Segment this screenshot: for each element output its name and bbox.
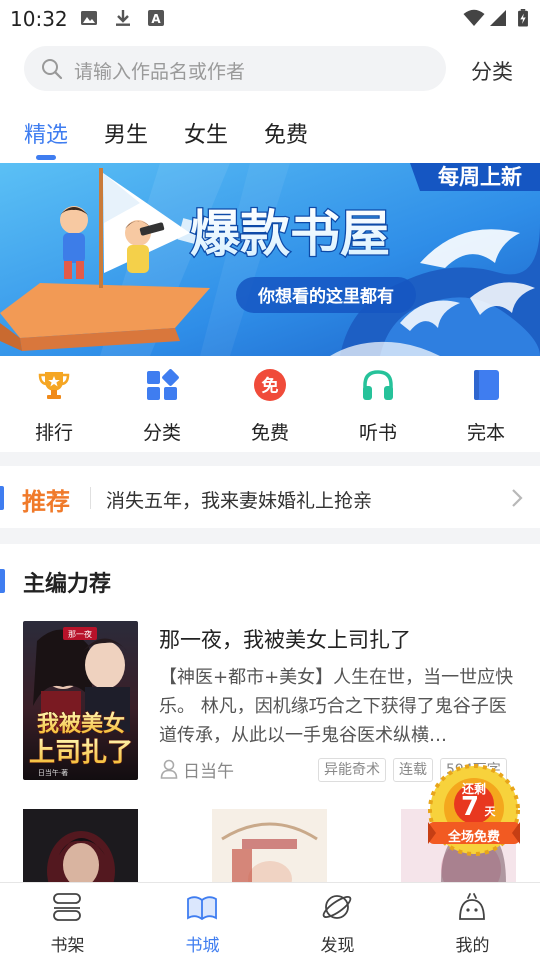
chevron-right-icon [512,489,523,507]
free-button[interactable]: 免 免费 [216,368,324,448]
nav-bookshelf[interactable]: 书架 [0,883,135,960]
badge-number: 7 [460,792,480,822]
battery-icon [518,9,528,27]
recommend-title: 消失五年，我来妻妹婚礼上抢亲 [106,490,373,512]
search-input[interactable]: 请输入作品名或作者 [24,46,446,91]
promo-banner[interactable]: 每周上新 爆款书屋 你想看的这里都有 [0,163,540,356]
section-divider [0,528,540,544]
bookstore-icon [187,896,217,921]
bookshelf-icon [53,893,81,921]
image-notification-icon [81,11,97,25]
section-title: 主编力荐 [23,572,112,597]
svg-text:A: A [151,12,161,26]
book-cover[interactable] [212,809,327,883]
trophy-icon [38,372,70,399]
category-shortcut-label: 分类 [142,422,181,444]
free-icon-glyph: 免 [262,376,279,397]
category-button[interactable]: 分类 [471,56,513,86]
badge-bottom-text: 全场免费 [447,830,500,845]
tab-male[interactable]: 男生 [104,117,148,149]
nav-bookstore[interactable]: 书城 [135,883,270,960]
signal-icon [490,10,506,26]
wifi-icon [463,9,485,26]
book-cover-art [212,809,327,883]
book-title[interactable]: 那一夜，我被美女上司扎了 [159,624,411,654]
nav-bookstore-label: 书城 [185,936,220,956]
banner-title: 爆款书屋 [190,205,390,263]
bottom-nav: 书架 书城 发现 我的 [0,882,540,960]
book-cover[interactable] [23,809,138,883]
recommend-divider [90,487,91,509]
cover-byline: 日当午·著 [38,768,68,777]
category-shortcut-button[interactable]: 分类 [108,368,216,448]
audiobook-label: 听书 [358,422,397,444]
nav-bookshelf-label: 书架 [50,936,85,956]
book-description: 【神医+都市+美女】人生在世，当一世应快乐。 林凡，因机缘巧合之下获得了鬼谷子医… [159,667,514,746]
search-placeholder: 请输入作品名或作者 [74,61,246,83]
search-icon [42,59,63,80]
section-divider [0,452,540,466]
book-cover-art: 那一夜 我被美女 上司扎了 日当午·著 [23,621,138,780]
grid-icon [147,369,179,400]
ranking-button[interactable]: 排行 [0,368,108,448]
status-time: 10:32 [10,7,68,31]
nav-profile[interactable]: 我的 [405,883,540,960]
author-icon [160,759,178,779]
font-notification-icon: A [148,10,164,26]
nav-discover-label: 发现 [320,936,355,956]
book-tag-genre: 异能奇术 [318,758,386,782]
recommend-tag: 推荐 [22,488,70,516]
ranking-label: 排行 [34,422,73,444]
nav-discover[interactable]: 发现 [270,883,405,960]
free-countdown-badge[interactable]: 还剩 7 天 全场免费 [424,760,524,860]
profile-icon [459,893,485,920]
tab-female[interactable]: 女生 [184,117,228,149]
book-cover[interactable]: 那一夜 我被美女 上司扎了 日当午·著 [23,621,138,780]
tab-indicator [36,155,56,160]
banner-subtitle: 你想看的这里都有 [257,286,394,307]
cover-line2: 上司扎了 [29,738,133,768]
book-author: 日当午 [183,762,234,782]
recommend-bar[interactable]: 推荐 消失五年，我来妻妹婚礼上抢亲 [0,466,540,528]
cover-top-text: 那一夜 [68,629,92,639]
completed-label: 完本 [466,422,505,444]
audiobook-button[interactable]: 听书 [324,368,432,448]
download-notification-icon [116,10,130,26]
free-icon: 免 [254,369,286,401]
section-accent [0,569,5,593]
cover-line1: 我被美女 [37,711,125,737]
nav-profile-label: 我的 [455,936,490,956]
headphones-icon [363,370,393,400]
tab-free[interactable]: 免费 [264,117,308,149]
free-label: 免费 [250,422,289,444]
badge-unit: 天 [484,805,496,818]
banner-corner-text: 每周上新 [438,164,522,189]
status-bar: 10:32 A [0,0,540,36]
planet-icon [322,895,352,919]
banner-artwork: 每周上新 爆款书屋 你想看的这里都有 [0,163,540,356]
book-icon [474,370,499,400]
completed-button[interactable]: 完本 [432,368,540,448]
tab-featured[interactable]: 精选 [24,117,68,149]
book-cover-art [23,809,138,883]
recommend-accent [0,486,4,510]
